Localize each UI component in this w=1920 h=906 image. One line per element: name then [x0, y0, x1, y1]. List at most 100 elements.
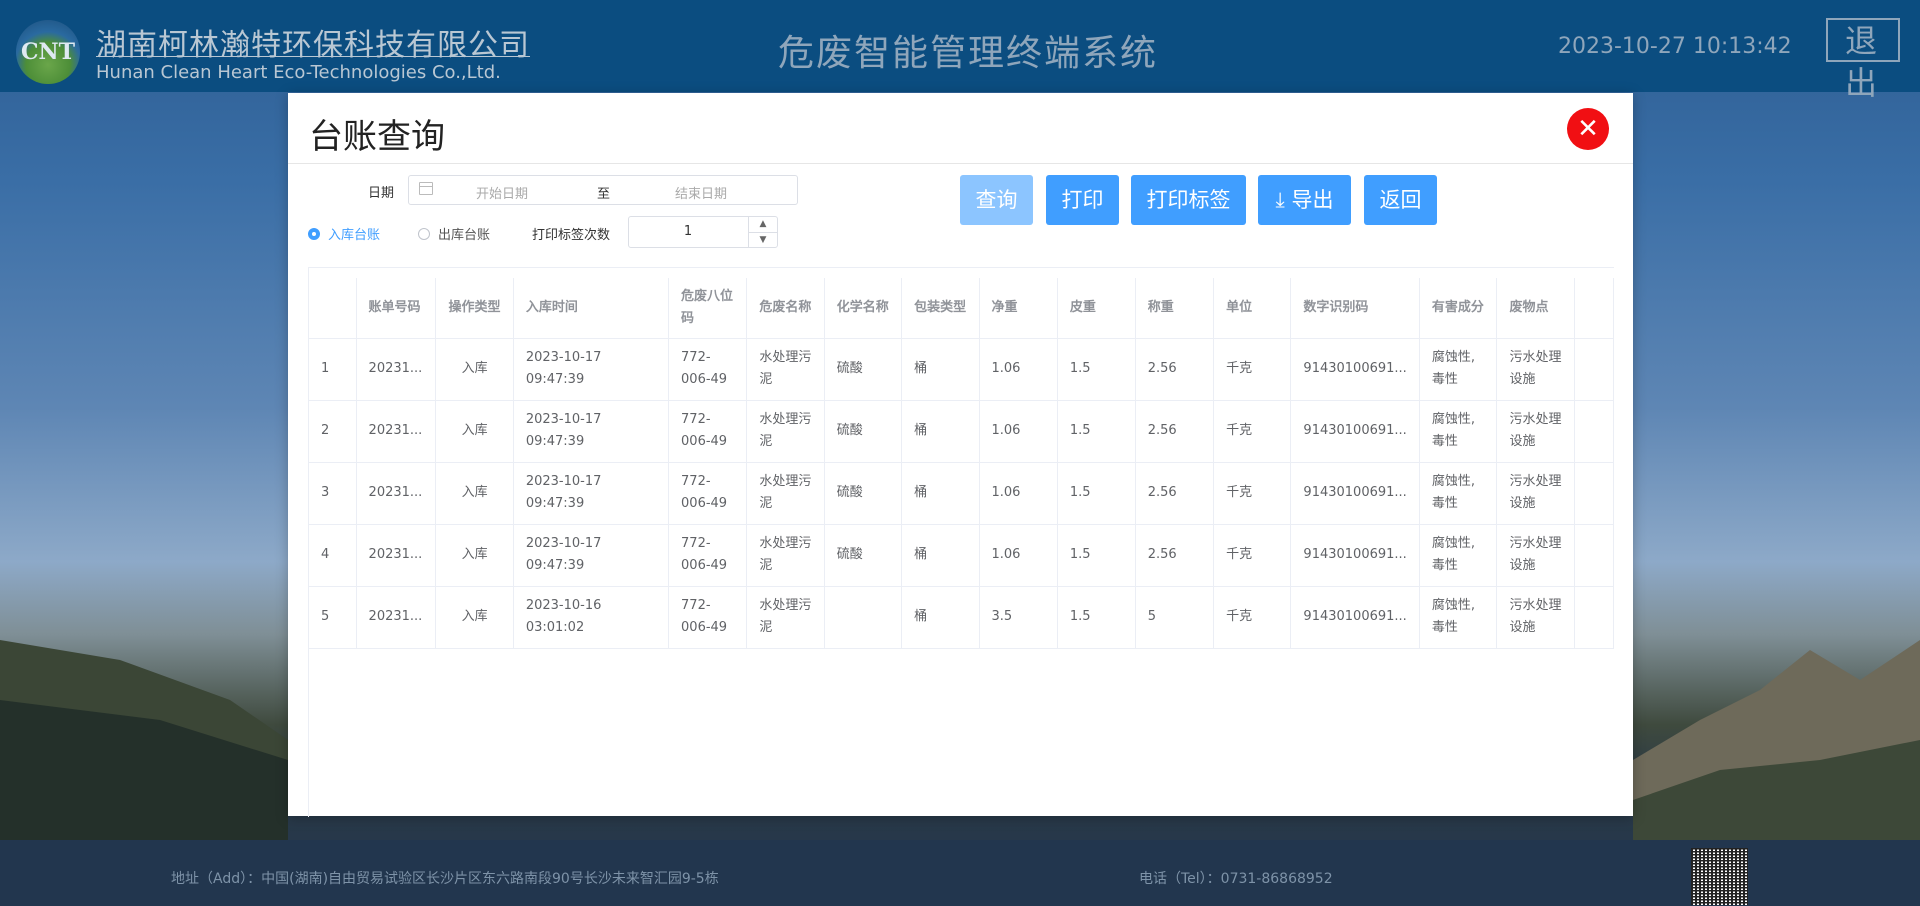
table-row[interactable]: 4 20231... 入库 2023-10-17 09:47:39 772-006-49…	[309, 524, 1614, 587]
table-cell: 1	[309, 338, 357, 401]
column-header: 入库时间	[513, 278, 670, 339]
chevron-down-icon[interactable]: ▼	[749, 233, 777, 248]
print-button[interactable]: 打印	[1046, 175, 1119, 225]
table-cell: 千克	[1213, 586, 1292, 649]
table-cell: 1.06	[979, 338, 1058, 401]
column-header: 皮重	[1057, 278, 1136, 339]
print-count-stepper[interactable]: 1 ▲ ▼	[628, 216, 778, 248]
table-cell: 腐蚀性,毒性	[1419, 462, 1498, 525]
table-cell: 772-006-49	[668, 524, 748, 587]
table-row[interactable]: 2 20231... 入库 2023-10-17 09:47:39 772-006-49…	[309, 400, 1614, 463]
table-cell: 1.5	[1057, 400, 1136, 463]
table-cell: 1.06	[979, 524, 1058, 587]
company-name-cn: 湖南柯林瀚特环保科技有限公司	[96, 28, 530, 63]
table-cell: 硫酸	[824, 462, 903, 525]
header-datetime: 2023-10-27 10:13:42	[1558, 34, 1792, 59]
table-cell: 2	[309, 400, 357, 463]
print-label-button[interactable]: 打印标签	[1131, 175, 1246, 225]
table-cell: 硫酸	[824, 524, 903, 587]
export-button[interactable]: ⤓ 导出	[1258, 175, 1351, 225]
column-header: 包装类型	[901, 278, 980, 339]
dialog-title: 台账查询	[309, 117, 445, 157]
column-header: 称重	[1135, 278, 1215, 339]
end-date-input[interactable]: 结束日期	[675, 183, 727, 202]
print-count-label: 打印标签次数	[532, 228, 611, 243]
table-cell: 20231...	[356, 462, 437, 525]
column-header: 单位	[1213, 278, 1292, 339]
radio-outbound-ledger[interactable]: 出库台账	[418, 224, 490, 243]
table-cell-overflow	[1574, 462, 1614, 525]
radio-label: 入库台账	[328, 228, 381, 243]
table-cell: 腐蚀性,毒性	[1419, 586, 1498, 649]
table-cell: 5	[1135, 586, 1215, 649]
column-header: 废物点	[1496, 278, 1575, 339]
table-cell: 3	[309, 462, 357, 525]
table-cell: 桶	[901, 524, 980, 587]
system-title: 危废智能管理终端系统	[778, 33, 1159, 74]
table-cell-overflow	[1574, 586, 1614, 649]
table-cell: 桶	[901, 462, 980, 525]
table-header-row: 账单号码 操作类型 入库时间 危废八位码 危废名称 化学名称 包装类型 净重 皮重 称重 单位 数字识…	[309, 278, 1614, 339]
table-cell: 91430100691...	[1290, 586, 1420, 649]
table-cell: 2023-10-17 09:47:39	[513, 462, 670, 525]
table-cell: 千克	[1213, 524, 1292, 587]
column-header	[309, 278, 357, 339]
chevron-up-icon[interactable]: ▲	[749, 217, 777, 233]
table-row[interactable]: 5 20231... 入库 2023-10-16 03:01:02 772-006-49…	[309, 586, 1614, 649]
radio-dot	[418, 227, 430, 240]
column-header-overflow	[1574, 278, 1614, 339]
table-cell: 桶	[901, 586, 980, 649]
date-range-picker[interactable]: 开始日期 至 结束日期	[408, 175, 798, 205]
table-cell: 1.5	[1057, 462, 1136, 525]
range-separator: 至	[597, 187, 611, 202]
dialog-divider	[288, 163, 1633, 164]
back-button[interactable]: 返回	[1364, 175, 1437, 225]
table-cell: 水处理污泥	[746, 524, 825, 587]
table-cell: 1.06	[979, 462, 1058, 525]
table-cell: 千克	[1213, 338, 1292, 401]
table-cell: 污水处理设施	[1496, 400, 1575, 463]
column-header: 账单号码	[356, 278, 437, 339]
table-cell: 3.5	[979, 586, 1058, 649]
table-cell: 20231...	[356, 338, 437, 401]
app-header: CNT 湖南柯林瀚特环保科技有限公司 Hunan Clean Heart Eco…	[0, 0, 1920, 102]
table-cell-overflow	[1574, 400, 1614, 463]
table-row[interactable]: 1 20231... 入库 2023-10-17 09:47:39 772-006-49…	[309, 338, 1614, 401]
table-cell: 入库	[435, 462, 514, 525]
table-cell: 污水处理设施	[1496, 586, 1575, 649]
table-cell: 水处理污泥	[746, 400, 825, 463]
close-icon[interactable]: ✕	[1567, 108, 1609, 150]
calendar-icon	[419, 182, 433, 195]
start-date-input[interactable]: 开始日期	[476, 183, 528, 202]
column-header: 净重	[979, 278, 1058, 339]
table-cell: 水处理污泥	[746, 462, 825, 525]
table-cell: 91430100691...	[1290, 338, 1420, 401]
logout-button[interactable]: 退出	[1826, 18, 1900, 102]
print-count-value[interactable]: 1	[629, 224, 747, 239]
table-cell: 2023-10-16 03:01:02	[513, 586, 670, 649]
table-row[interactable]: 3 20231... 入库 2023-10-17 09:47:39 772-006-49…	[309, 462, 1614, 525]
radio-label: 出库台账	[438, 228, 491, 243]
table-cell: 91430100691...	[1290, 462, 1420, 525]
table-cell: 91430100691...	[1290, 524, 1420, 587]
table-cell: 腐蚀性,毒性	[1419, 338, 1498, 401]
table-cell: 污水处理设施	[1496, 462, 1575, 525]
table-cell: 入库	[435, 524, 514, 587]
company-logo: CNT	[16, 20, 80, 84]
table-cell: 4	[309, 524, 357, 587]
table-cell: 入库	[435, 338, 514, 401]
column-header: 数字识别码	[1290, 278, 1420, 339]
table-cell: 20231...	[356, 586, 437, 649]
column-header: 危废八位码	[668, 278, 748, 339]
table-cell: 腐蚀性,毒性	[1419, 524, 1498, 587]
table-cell: 2023-10-17 09:47:39	[513, 338, 670, 401]
stepper-arrows: ▲ ▼	[748, 217, 777, 247]
table-cell-overflow	[1574, 524, 1614, 587]
query-button[interactable]: 查询	[960, 175, 1033, 225]
date-label: 日期	[368, 186, 395, 201]
ledger-query-dialog: 台账查询 ✕ 日期 开始日期 至 结束日期 入库台账 出库台账 打印标签次数 1…	[288, 93, 1633, 817]
table-cell	[824, 586, 903, 649]
radio-inbound-ledger[interactable]: 入库台账	[308, 224, 380, 243]
footer-address: 地址（Add）：中国(湖南)自由贸易试验区长沙片区东六路南段90号长沙未来智汇园…	[171, 871, 719, 887]
table-cell: 20231...	[356, 524, 437, 587]
